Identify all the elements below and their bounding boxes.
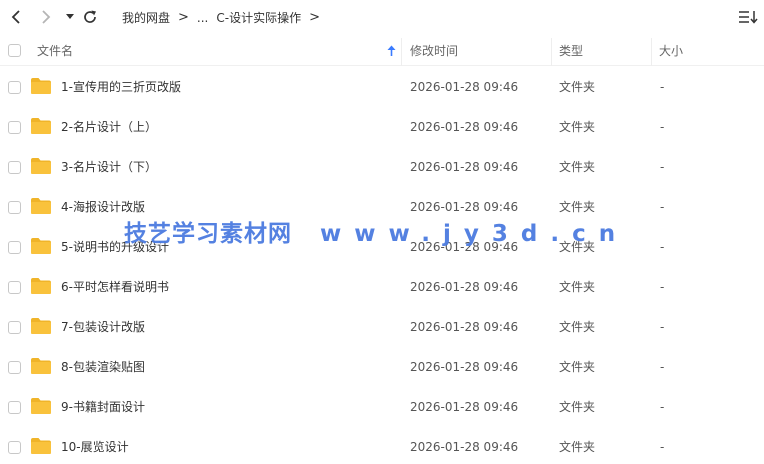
file-size: - — [660, 240, 665, 254]
breadcrumb-separator: > — [309, 10, 320, 25]
folder-icon — [31, 198, 51, 214]
caret-down-icon — [66, 14, 74, 19]
breadcrumb: 我的网盘 > ... C-设计实际操作 > — [122, 9, 328, 26]
file-name[interactable]: 2-名片设计（上） — [61, 107, 157, 147]
forward-button[interactable] — [36, 7, 56, 27]
row-checkbox[interactable] — [8, 441, 21, 454]
file-modified: 2026-01-28 09:46 — [410, 360, 519, 374]
back-button[interactable] — [6, 7, 26, 27]
sort-up-arrow-icon[interactable] — [387, 45, 396, 57]
toolbar: 我的网盘 > ... C-设计实际操作 > — [0, 0, 764, 34]
folder-icon — [31, 438, 51, 454]
file-type: 文件夹 — [559, 320, 596, 334]
row-checkbox[interactable] — [8, 401, 21, 414]
file-name[interactable]: 3-名片设计（下） — [61, 147, 157, 187]
file-name[interactable]: 7-包装设计改版 — [61, 307, 145, 347]
column-size-header[interactable]: 大小 — [659, 36, 683, 66]
row-checkbox[interactable] — [8, 81, 21, 94]
file-modified: 2026-01-28 09:46 — [410, 320, 519, 334]
file-row[interactable]: 10-展览设计 2026-01-28 09:46 文件夹 - — [0, 427, 764, 464]
view-sort-button[interactable] — [738, 8, 758, 26]
file-type: 文件夹 — [559, 400, 596, 414]
file-size: - — [660, 280, 665, 294]
breadcrumb-root[interactable]: 我的网盘 — [122, 9, 170, 26]
column-divider[interactable] — [651, 38, 652, 66]
row-checkbox[interactable] — [8, 201, 21, 214]
file-type: 文件夹 — [559, 120, 596, 134]
column-header: 文件名 修改时间 类型 大小 — [0, 36, 764, 66]
row-checkbox[interactable] — [8, 321, 21, 334]
file-row[interactable]: 7-包装设计改版 2026-01-28 09:46 文件夹 - — [0, 307, 764, 347]
folder-icon — [31, 118, 51, 134]
folder-icon — [31, 158, 51, 174]
breadcrumb-ellipsis[interactable]: ... — [197, 11, 208, 25]
file-row[interactable]: 8-包装渲染贴图 2026-01-28 09:46 文件夹 - — [0, 347, 764, 387]
file-size: - — [660, 120, 665, 134]
folder-icon — [31, 358, 51, 374]
file-type: 文件夹 — [559, 160, 596, 174]
row-checkbox[interactable] — [8, 281, 21, 294]
file-modified: 2026-01-28 09:46 — [410, 440, 519, 454]
breadcrumb-current[interactable]: C-设计实际操作 — [216, 9, 301, 26]
file-name[interactable]: 6-平时怎样看说明书 — [61, 267, 169, 307]
select-all-checkbox[interactable] — [8, 44, 21, 57]
file-row[interactable]: 1-宣传用的三折页改版 2026-01-28 09:46 文件夹 - — [0, 67, 764, 107]
history-dropdown-button[interactable] — [60, 7, 80, 27]
folder-icon — [31, 238, 51, 254]
row-checkbox[interactable] — [8, 241, 21, 254]
folder-icon — [31, 78, 51, 94]
column-name-header[interactable]: 文件名 — [37, 36, 73, 66]
sort-list-icon — [739, 11, 758, 24]
file-row[interactable]: 2-名片设计（上） 2026-01-28 09:46 文件夹 - — [0, 107, 764, 147]
file-modified: 2026-01-28 09:46 — [410, 80, 519, 94]
file-type: 文件夹 — [559, 440, 596, 454]
file-size: - — [660, 80, 665, 94]
watermark-url: www.jy3d.cn — [320, 221, 629, 247]
file-name[interactable]: 10-展览设计 — [61, 427, 129, 464]
file-modified: 2026-01-28 09:46 — [410, 400, 519, 414]
file-name[interactable]: 1-宣传用的三折页改版 — [61, 67, 181, 107]
folder-icon — [31, 318, 51, 334]
file-modified: 2026-01-28 09:46 — [410, 160, 519, 174]
file-modified: 2026-01-28 09:46 — [410, 120, 519, 134]
file-row[interactable]: 3-名片设计（下） 2026-01-28 09:46 文件夹 - — [0, 147, 764, 187]
column-type-header[interactable]: 类型 — [559, 36, 583, 66]
row-checkbox[interactable] — [8, 361, 21, 374]
watermark: 技艺学习素材网 www.jy3d.cn — [124, 214, 628, 248]
file-name[interactable]: 9-书籍封面设计 — [61, 387, 145, 427]
file-size: - — [660, 200, 665, 214]
file-row[interactable]: 6-平时怎样看说明书 2026-01-28 09:46 文件夹 - — [0, 267, 764, 307]
chevron-right-icon — [42, 10, 51, 24]
file-size: - — [660, 400, 665, 414]
file-row[interactable]: 9-书籍封面设计 2026-01-28 09:46 文件夹 - — [0, 387, 764, 427]
chevron-left-icon — [11, 10, 20, 24]
row-checkbox[interactable] — [8, 121, 21, 134]
file-modified: 2026-01-28 09:46 — [410, 280, 519, 294]
refresh-button[interactable] — [80, 7, 100, 27]
file-name[interactable]: 8-包装渲染贴图 — [61, 347, 145, 387]
file-size: - — [660, 160, 665, 174]
refresh-icon — [84, 10, 96, 23]
column-divider[interactable] — [551, 38, 552, 66]
breadcrumb-separator: > — [178, 10, 189, 25]
file-size: - — [660, 360, 665, 374]
column-divider[interactable] — [401, 38, 402, 66]
file-type: 文件夹 — [559, 80, 596, 94]
file-size: - — [660, 320, 665, 334]
watermark-text: 技艺学习素材网 — [124, 221, 292, 247]
folder-icon — [31, 278, 51, 294]
folder-icon — [31, 398, 51, 414]
file-type: 文件夹 — [559, 280, 596, 294]
file-size: - — [660, 440, 665, 454]
file-type: 文件夹 — [559, 360, 596, 374]
row-checkbox[interactable] — [8, 161, 21, 174]
column-modified-header[interactable]: 修改时间 — [410, 36, 458, 66]
